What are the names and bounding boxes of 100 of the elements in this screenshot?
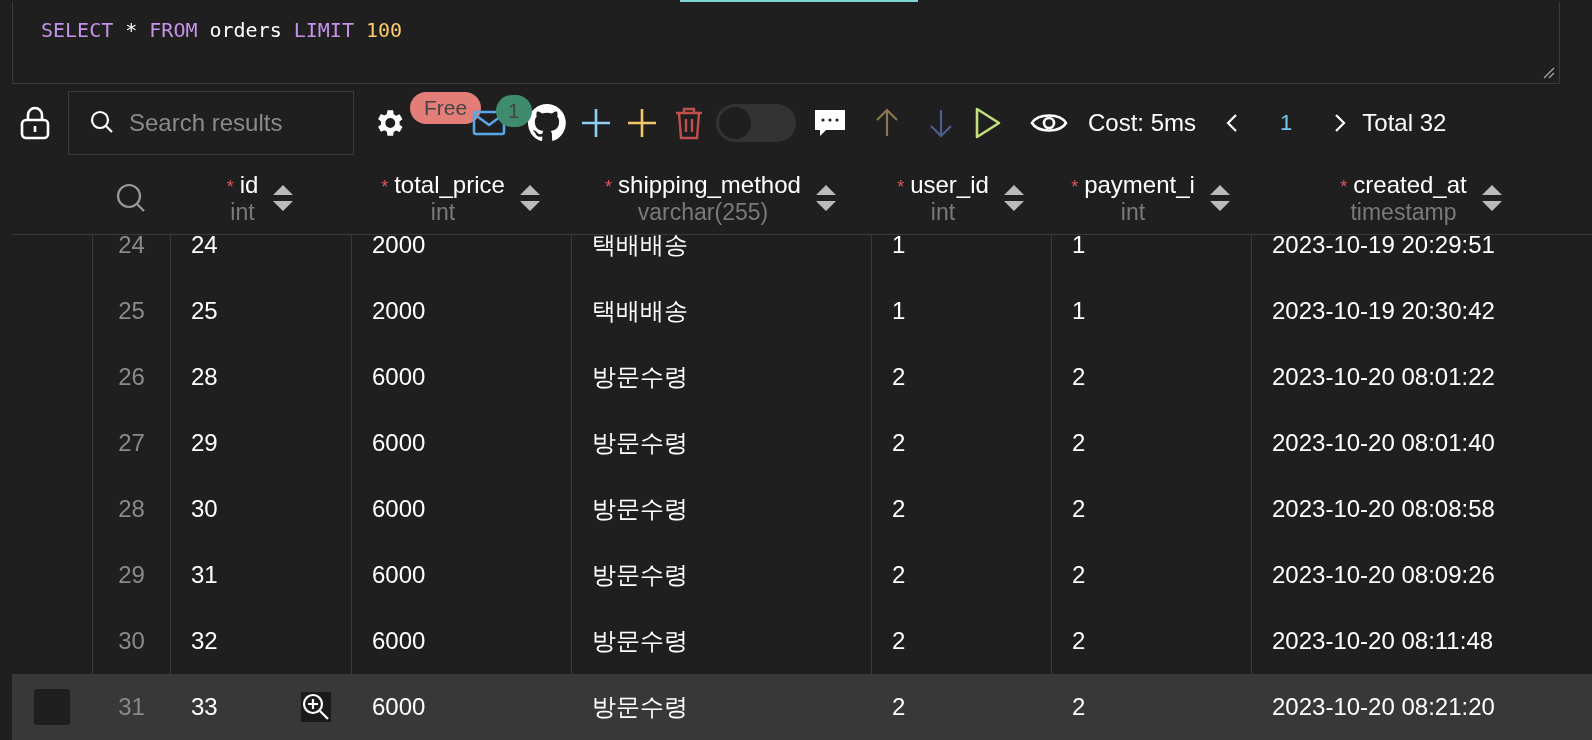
table-cell: 32: [191, 627, 218, 655]
table-cell: 24: [191, 235, 218, 259]
add-icon[interactable]: [626, 107, 658, 139]
total-count: Total 32: [1362, 109, 1447, 137]
row-number: 29: [92, 542, 170, 608]
current-page[interactable]: 1: [1280, 110, 1293, 136]
arrow-up-icon[interactable]: [874, 108, 900, 138]
table-row[interactable]: 24 24 2000 택배배송 1 1 2023-10-19 20:29:51: [12, 235, 1592, 278]
table-cell: 1: [892, 297, 906, 325]
search-field[interactable]: Search results: [68, 91, 354, 155]
table-cell-text: 방문수령: [592, 626, 688, 656]
table-cell: 29: [191, 429, 218, 457]
run-icon[interactable]: [974, 106, 1002, 140]
row-number: 24: [92, 235, 170, 278]
query-cost: Cost: 5ms: [1088, 109, 1197, 137]
table-row[interactable]: 29 31 6000 방문수령 2 2 2023-10-20 08:09:26: [12, 542, 1592, 608]
table-cell: 2: [892, 429, 906, 457]
table-cell: 2: [892, 363, 906, 391]
table-cell: 2023-10-19 20:30:42: [1272, 297, 1495, 325]
column-type: int: [1120, 198, 1146, 226]
table-cell-text: 방문수령: [592, 692, 688, 722]
row-number: 28: [92, 476, 170, 542]
zoom-in-icon[interactable]: [301, 692, 331, 722]
sort-icon[interactable]: [272, 183, 295, 213]
query-token: LIMIT: [293, 18, 354, 42]
row-number: 25: [92, 278, 170, 344]
add-icon[interactable]: [580, 107, 612, 139]
table-cell: 2: [1072, 363, 1086, 391]
table-cell: 6000: [372, 429, 426, 457]
table-cell: 2: [892, 561, 906, 589]
notification-badge: 1: [496, 95, 532, 127]
table-cell: 2000: [372, 297, 426, 325]
table-cell-text: 방문수령: [592, 428, 688, 458]
table-cell: 2023-10-20 08:21:20: [1272, 693, 1495, 721]
column-type: timestamp: [1350, 198, 1457, 226]
row-checkbox[interactable]: [34, 689, 70, 725]
table-cell: 33: [191, 693, 218, 721]
row-number: 27: [92, 410, 170, 476]
column-type: int: [430, 198, 456, 226]
column-name[interactable]: * id: [226, 170, 259, 199]
table-row[interactable]: 26 28 6000 방문수령 2 2 2023-10-20 08:01:22: [12, 344, 1592, 410]
resize-grip-icon[interactable]: [1543, 67, 1555, 79]
table-cell: 1: [1072, 297, 1086, 325]
query-token: *: [125, 18, 138, 42]
table-cell: 2023-10-20 08:11:48: [1272, 627, 1494, 655]
column-type: varchar(255): [637, 198, 769, 226]
table-cell: 6000: [372, 363, 426, 391]
table-cell: 2023-10-20 08:01:40: [1272, 429, 1495, 457]
table-cell: 6000: [372, 627, 426, 655]
lock-icon[interactable]: [20, 106, 50, 140]
table-cell: 1: [892, 235, 906, 259]
table-cell: 2: [1072, 429, 1086, 457]
column-name[interactable]: * user_id: [897, 170, 989, 199]
query-editor[interactable]: SELECT * FROM orders LIMIT 100: [12, 2, 1560, 84]
search-icon[interactable]: [116, 183, 146, 213]
row-number: 31: [92, 674, 170, 740]
table-row[interactable]: 31 33 6000 방문수령 2 2 2023-10-20 08:21:20: [12, 674, 1592, 740]
column-name[interactable]: * shipping_method: [605, 170, 801, 199]
table-cell: 2: [892, 693, 906, 721]
plan-badge: Free: [410, 92, 482, 124]
table-cell: 6000: [372, 561, 426, 589]
sort-icon[interactable]: [1208, 183, 1231, 213]
table-cell: 2: [1072, 627, 1086, 655]
table-row[interactable]: 27 29 6000 방문수령 2 2 2023-10-20 08:01:40: [12, 410, 1592, 476]
sort-icon[interactable]: [814, 183, 837, 213]
table-row[interactable]: 25 25 2000 택배배송 1 1 2023-10-19 20:30:42: [12, 278, 1592, 344]
table-row[interactable]: 28 30 6000 방문수령 2 2 2023-10-20 08:08:58: [12, 476, 1592, 542]
query-token: 100: [365, 18, 403, 42]
query-token: FROM: [149, 18, 198, 42]
column-name[interactable]: * total_price: [381, 170, 505, 199]
table-cell: 2023-10-20 08:01:22: [1272, 363, 1495, 391]
table-cell: 2023-10-20 08:08:58: [1272, 495, 1495, 523]
column-type: int: [930, 198, 956, 226]
table-cell: 2023-10-20 08:09:26: [1272, 561, 1495, 589]
search-icon: [90, 110, 114, 134]
table-cell: 6000: [372, 495, 426, 523]
arrow-down-icon[interactable]: [928, 108, 954, 138]
table-cell: 2000: [372, 235, 426, 259]
table-cell: 1: [1072, 235, 1086, 259]
table-cell: 2: [1072, 561, 1086, 589]
table-cell: 2: [892, 627, 906, 655]
sort-icon[interactable]: [1480, 183, 1503, 213]
query-token: SELECT: [41, 18, 114, 42]
previous-page-icon[interactable]: [1226, 113, 1239, 133]
comment-icon[interactable]: [814, 107, 846, 139]
delete-icon[interactable]: [674, 106, 704, 140]
table-cell-text: 방문수령: [592, 362, 688, 392]
table-cell: 2: [892, 495, 906, 523]
table-cell: 2: [1072, 693, 1086, 721]
table-cell: 25: [191, 297, 218, 325]
table-cell-text: 택배배송: [592, 235, 688, 260]
next-page-icon[interactable]: [1334, 113, 1347, 133]
query-token: orders: [209, 18, 282, 42]
column-type: int: [230, 198, 255, 226]
table-cell: 6000: [372, 693, 426, 721]
column-name[interactable]: * payment_i: [1071, 170, 1195, 199]
github-icon[interactable]: [528, 104, 566, 142]
column-name[interactable]: * created_at: [1340, 170, 1467, 199]
sort-icon[interactable]: [518, 183, 541, 213]
sort-icon[interactable]: [1002, 183, 1025, 213]
